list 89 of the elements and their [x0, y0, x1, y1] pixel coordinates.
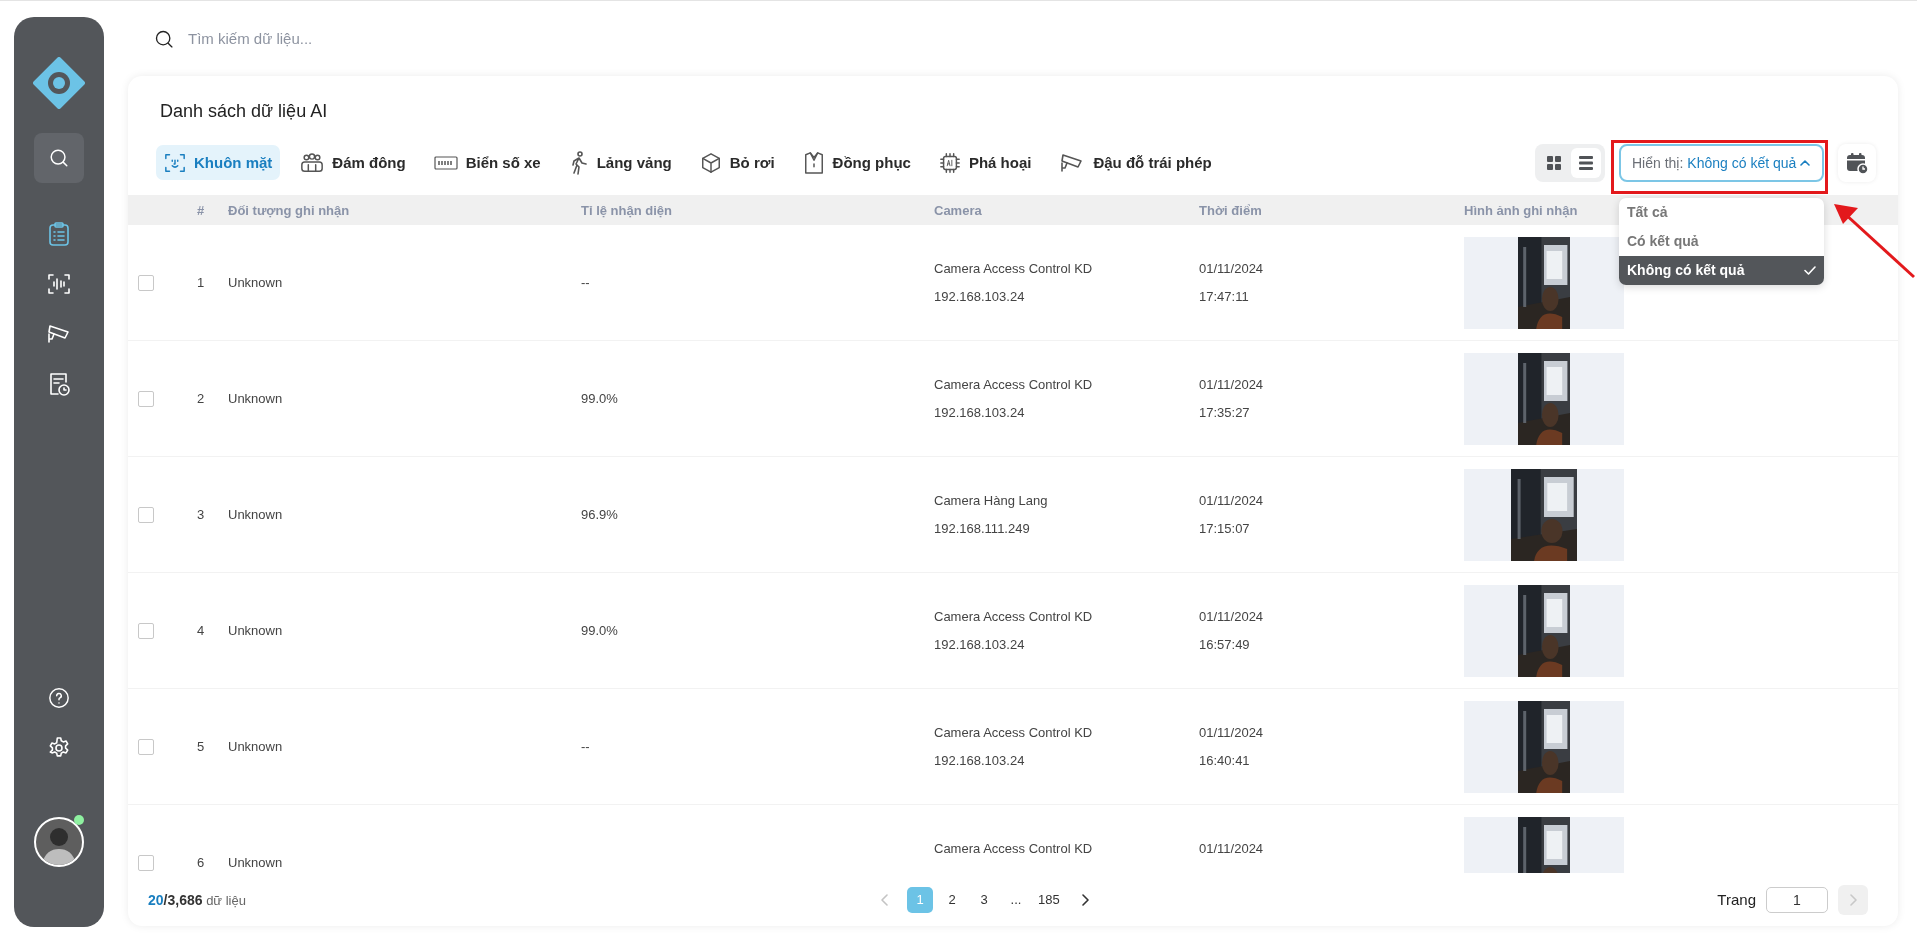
table-cell-text: Unknown — [228, 275, 284, 290]
table-cell-text: -- — [581, 739, 591, 754]
table-cell-text: 17:47:11 — [1199, 287, 1250, 306]
table-cell-text: Camera Access Control KD — [934, 375, 1094, 394]
face-scan-icon — [164, 151, 186, 174]
calendar-clock-icon[interactable] — [1838, 143, 1876, 182]
column-header: Tỉ lệ nhận diện — [581, 202, 672, 218]
table-cell-text: 01/11/2024 — [1199, 491, 1265, 510]
chevron-left-icon — [881, 893, 889, 906]
table-cell-text: 192.168.103.24 — [934, 287, 1026, 306]
avatar[interactable] — [34, 817, 84, 867]
table-cell-text: Unknown — [228, 739, 284, 754]
table-cell-text: Camera Access Control KD — [934, 723, 1094, 742]
row-checkbox[interactable] — [138, 506, 154, 523]
table-cell-text: 96.9% — [581, 507, 619, 522]
category-tab[interactable]: Khuôn mặt — [156, 145, 281, 180]
column-header: Thời điểm — [1199, 202, 1262, 218]
list-view-icon[interactable] — [1571, 147, 1601, 178]
license-plate-icon — [433, 154, 458, 171]
shirt-icon — [802, 150, 825, 175]
table-cell-text: 1 — [197, 275, 206, 290]
table-cell-text: 6 — [197, 855, 206, 870]
page-button[interactable]: 185 — [1035, 886, 1063, 913]
table-cell-text: Camera Hàng Lang — [934, 491, 1049, 510]
table-cell-text: 17:15:07 — [1199, 519, 1251, 538]
table-cell-text: 01/11/2024 — [1199, 839, 1265, 858]
box-icon — [699, 151, 722, 174]
table-cell-text: Unknown — [228, 391, 284, 406]
table-cell-text: -- — [581, 275, 591, 290]
table-cell-text: 01/11/2024 — [1199, 375, 1265, 394]
category-tab[interactable]: Phá hoại — [930, 145, 1040, 180]
row-checkbox[interactable] — [138, 738, 154, 755]
table-cell-text: 5 — [197, 739, 206, 754]
page-label: Trang — [1717, 891, 1756, 908]
search-icon[interactable] — [34, 133, 84, 183]
table-cell-text: Camera Access Control KD — [934, 839, 1094, 858]
column-header: # — [197, 202, 205, 218]
category-tab[interactable]: Đậu đỗ trái phép — [1051, 145, 1220, 180]
table-cell-text: 16:40:41 — [1199, 751, 1251, 770]
logo-icon — [33, 57, 85, 109]
column-header: Đối tượng ghi nhận — [228, 202, 350, 218]
page-button[interactable]: 3 — [971, 886, 997, 913]
chevron-right-icon — [1080, 893, 1089, 906]
table-cell-text: 192.168.103.24 — [934, 403, 1026, 422]
table-cell-text: 17:35:27 — [1199, 403, 1251, 422]
table-cell-text: Camera Access Control KD — [934, 607, 1094, 626]
table-cell-text: 16:57:49 — [1199, 635, 1251, 654]
category-tab[interactable]: Lảng vảng — [560, 145, 680, 180]
table-cell-text: 3 — [197, 507, 206, 522]
row-checkbox[interactable] — [138, 622, 154, 639]
chevron-right-icon — [1849, 893, 1857, 906]
table-cell-text: 192.168.111.249 — [934, 519, 1031, 538]
display-filter-dropdown[interactable]: Hiển thị: Không có kết quả — [1619, 143, 1824, 182]
dropdown-option[interactable]: Không có kết quả — [1619, 255, 1824, 285]
chevron-up-icon — [1800, 159, 1811, 166]
category-tab[interactable]: Biển số xe — [425, 145, 549, 180]
category-tab[interactable]: Bỏ rơi — [691, 145, 783, 180]
row-checkbox[interactable] — [138, 854, 154, 871]
category-tab[interactable]: Đám đông — [292, 145, 414, 180]
table-cell-text: 4 — [197, 623, 206, 638]
table-cell-text: Unknown — [228, 507, 284, 522]
table-cell-text: Unknown — [228, 623, 284, 638]
table-cell-text: 99.0% — [581, 391, 619, 406]
search-field[interactable]: Tìm kiếm dữ liệu... — [186, 29, 490, 48]
table-cell-text: 01/11/2024 — [1199, 723, 1265, 742]
table-cell-text: Unknown — [228, 855, 284, 870]
record-count: 20/3,686 dữ liệu — [148, 891, 246, 908]
row-checkbox[interactable] — [138, 390, 154, 407]
table-cell-text: 99.0% — [581, 623, 619, 638]
category-tab[interactable]: Đồng phục — [794, 145, 919, 180]
table-cell-text: Camera Access Control KD — [934, 259, 1094, 278]
table-cell-text: 192.168.103.24 — [934, 635, 1026, 654]
table-cell-text: 2 — [197, 391, 206, 406]
page-input[interactable]: 1 — [1766, 886, 1828, 913]
column-header: Camera — [934, 202, 982, 218]
dropdown-option[interactable]: Có kết quả — [1619, 226, 1824, 256]
table-cell-text: 01/11/2024 — [1199, 259, 1265, 278]
table-cell-text: 192.168.103.24 — [934, 751, 1026, 770]
column-header: Hình ảnh ghi nhận — [1464, 202, 1578, 218]
table-cell-text: 01/11/2024 — [1199, 607, 1265, 626]
page-title: Danh sách dữ liệu AI — [159, 100, 329, 123]
group-icon — [300, 151, 325, 174]
page-button[interactable]: ... — [1003, 886, 1029, 913]
dropdown-option[interactable]: Tất cả — [1619, 197, 1824, 227]
row-checkbox[interactable] — [138, 274, 154, 291]
search-icon — [154, 28, 174, 49]
check-icon — [1804, 265, 1816, 275]
ai-chip-icon — [938, 151, 961, 174]
page-button[interactable]: 2 — [939, 886, 965, 913]
